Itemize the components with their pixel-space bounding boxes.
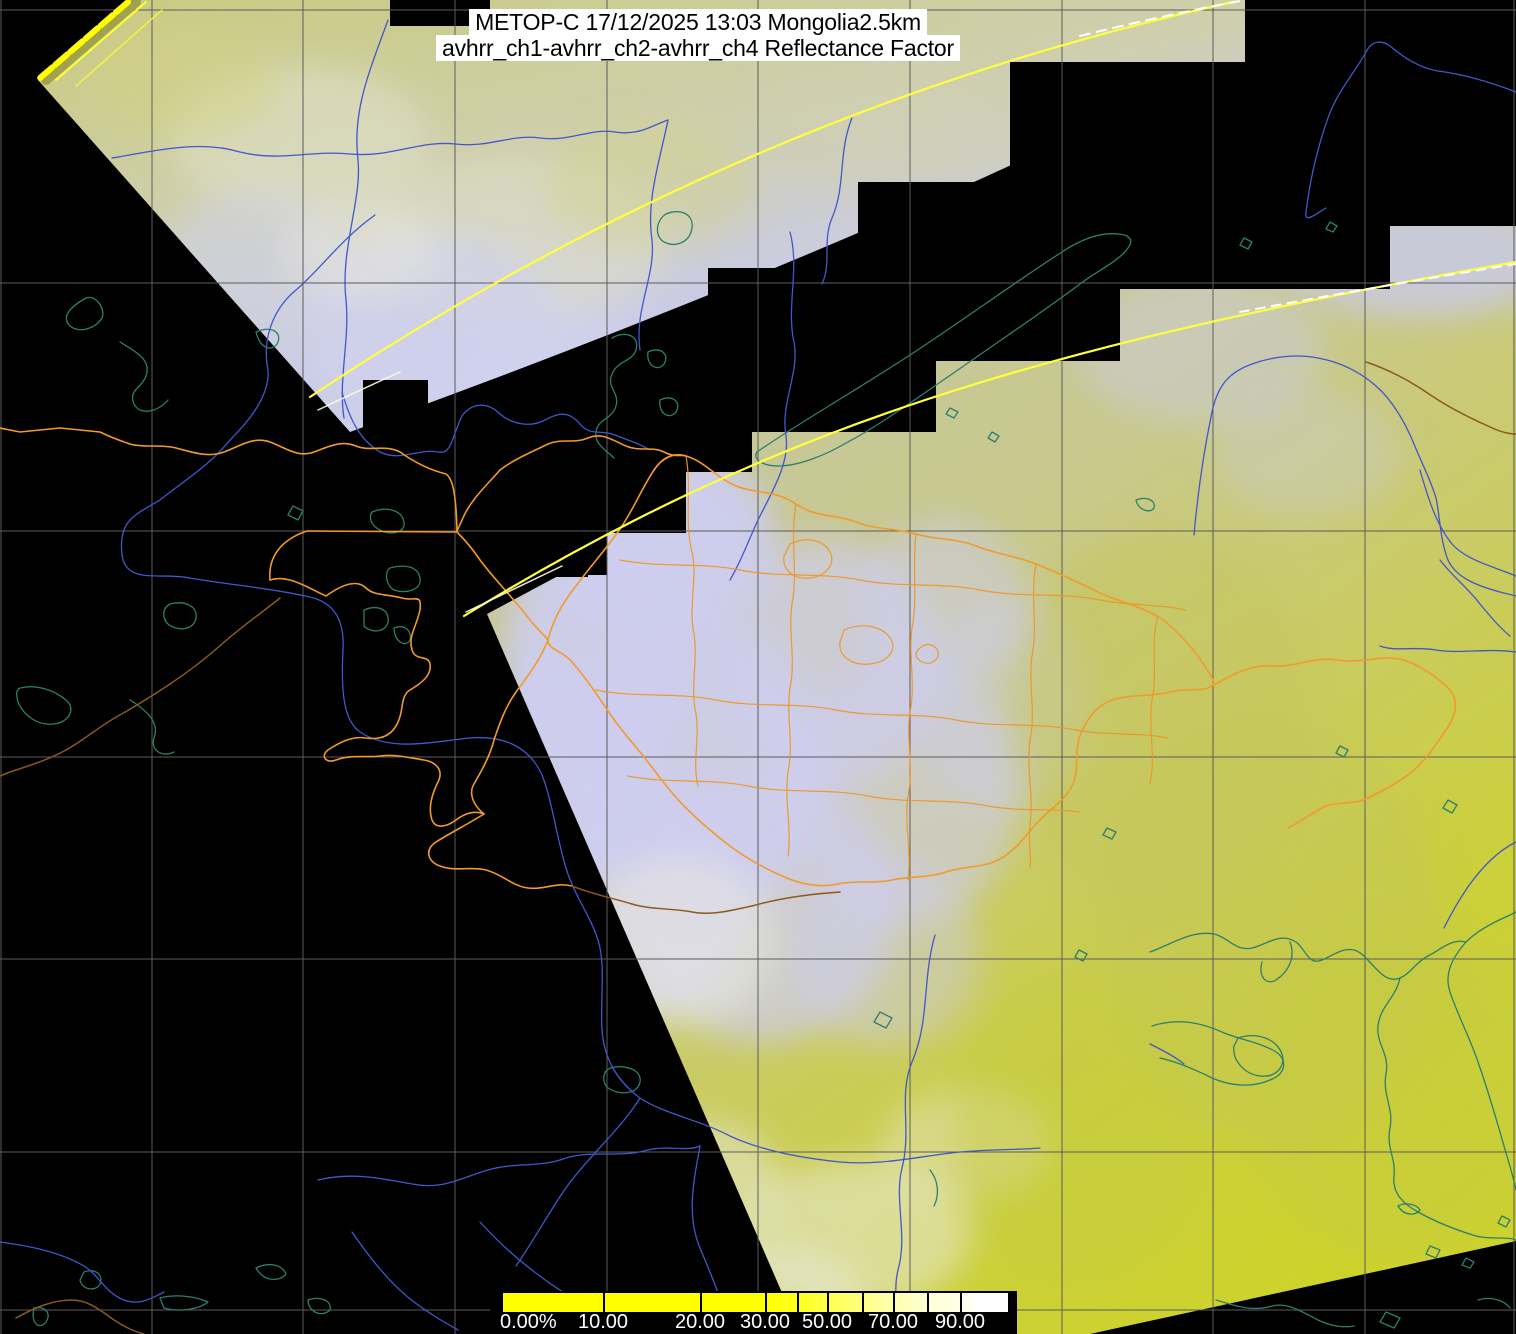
- colorbar-tick: [827, 1293, 829, 1312]
- colorbar-tick: [893, 1293, 895, 1312]
- colorbar-tick: [927, 1293, 929, 1312]
- colorbar-tick: [960, 1293, 962, 1312]
- colorbar-label-90: 90.00: [934, 1311, 986, 1333]
- colorbar-tick: [603, 1293, 605, 1312]
- image-title: METOP-C 17/12/2025 13:03 Mongolia2.5km a…: [436, 9, 960, 61]
- colorbar-tick: [700, 1293, 702, 1312]
- colorbar-label-0: 0.00%: [500, 1311, 557, 1333]
- satellite-image-viewport: METOP-C 17/12/2025 13:03 Mongolia2.5km a…: [0, 0, 1516, 1334]
- colorbar-label-30: 30.00: [739, 1311, 791, 1333]
- colorbar: 0.00% 10.00 20.00 30.00 50.00 70.00 90.0…: [490, 1291, 1017, 1334]
- colorbar-endcap: [1008, 1293, 1011, 1312]
- colorbar-tick: [862, 1293, 864, 1312]
- colorbar-label-50: 50.00: [801, 1311, 853, 1333]
- colorbar-label-20: 20.00: [674, 1311, 726, 1333]
- map-canvas: [0, 0, 1516, 1334]
- title-line-1: METOP-C 17/12/2025 13:03 Mongolia2.5km: [469, 9, 927, 35]
- colorbar-tick: [765, 1293, 767, 1312]
- colorbar-label-10: 10.00: [577, 1311, 629, 1333]
- colorbar-gradient: [503, 1293, 1011, 1312]
- colorbar-label-70: 70.00: [867, 1311, 919, 1333]
- title-line-2: avhrr_ch1-avhrr_ch2-avhrr_ch4 Reflectanc…: [436, 35, 960, 61]
- colorbar-tick: [797, 1293, 799, 1312]
